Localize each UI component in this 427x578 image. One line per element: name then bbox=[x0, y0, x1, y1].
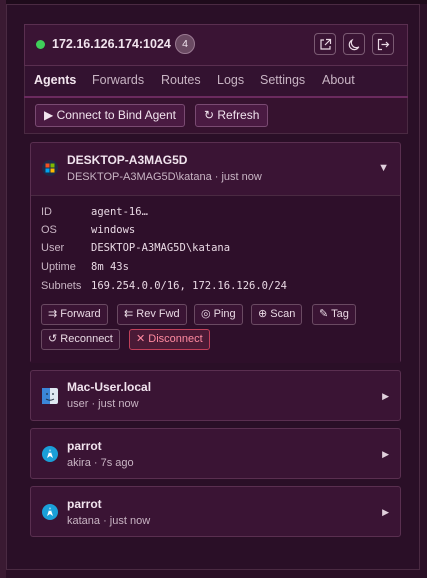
tag-button[interactable]: ✎ Tag bbox=[312, 304, 356, 325]
detail-value-id: agent-16… bbox=[91, 206, 148, 218]
agent-name: DESKTOP-A3MAG5D bbox=[67, 153, 188, 167]
detail-value-user: DESKTOP-A3MAG5D\katana bbox=[91, 242, 231, 254]
tab-logs[interactable]: Logs bbox=[217, 73, 244, 87]
detail-label-os: OS bbox=[41, 224, 57, 236]
nav-tabs: Agents Forwards Routes Logs Settings Abo… bbox=[24, 66, 408, 96]
detail-value-uptime: 8m 43s bbox=[91, 261, 129, 273]
connect-bind-agent-button[interactable]: ▶ Connect to Bind Agent bbox=[35, 104, 185, 127]
expand-caret-icon[interactable]: ▶ bbox=[382, 449, 389, 460]
tab-agents[interactable]: Agents bbox=[34, 73, 76, 87]
connection-status-icon bbox=[36, 40, 45, 49]
windows-icon bbox=[42, 160, 58, 176]
expand-caret-icon[interactable]: ▶ bbox=[382, 391, 389, 402]
agents-toolbar: ▶ Connect to Bind Agent ↻ Refresh bbox=[24, 98, 408, 134]
tab-about[interactable]: About bbox=[322, 73, 355, 87]
theme-toggle-button[interactable] bbox=[343, 33, 365, 55]
server-address: 172.16.126.174:1024 bbox=[52, 37, 171, 51]
ping-button[interactable]: ◎ Ping bbox=[194, 304, 243, 325]
agent-name: Mac-User.local bbox=[67, 380, 152, 394]
agent-subtitle: akira · 7s ago bbox=[67, 457, 134, 469]
moon-icon bbox=[348, 38, 360, 51]
agent-card[interactable]: parrot akira · 7s ago ▶ bbox=[30, 428, 401, 479]
collapse-caret-icon[interactable]: ▼ bbox=[378, 162, 389, 174]
disconnect-button[interactable]: ✕ Disconnect bbox=[129, 329, 210, 350]
agent-details: ID agent-16… OS windows User DESKTOP-A3M… bbox=[31, 195, 400, 363]
forward-button[interactable]: ⇉ Forward bbox=[41, 304, 108, 325]
tab-routes[interactable]: Routes bbox=[161, 73, 201, 87]
logout-button[interactable] bbox=[372, 33, 394, 55]
detail-label-id: ID bbox=[41, 206, 52, 218]
reconnect-button[interactable]: ↺ Reconnect bbox=[41, 329, 120, 350]
agent-name: parrot bbox=[67, 497, 102, 511]
scan-button[interactable]: ⊕ Scan bbox=[251, 304, 303, 325]
parrot-icon bbox=[42, 504, 58, 520]
parrot-icon bbox=[42, 446, 58, 462]
detail-label-uptime: Uptime bbox=[41, 261, 76, 273]
tab-settings[interactable]: Settings bbox=[260, 73, 305, 87]
rev-fwd-button[interactable]: ⇇ Rev Fwd bbox=[117, 304, 187, 325]
agent-subtitle: user · just now bbox=[67, 398, 139, 410]
detail-label-subnets: Subnets bbox=[41, 280, 82, 292]
agent-card[interactable]: DESKTOP-A3MAG5D DESKTOP-A3MAG5D\katana ·… bbox=[30, 142, 401, 363]
detail-label-user: User bbox=[41, 242, 65, 254]
open-external-button[interactable] bbox=[314, 33, 336, 55]
agent-subtitle: DESKTOP-A3MAG5D\katana · just now bbox=[67, 171, 262, 183]
agent-name: parrot bbox=[67, 439, 102, 453]
header-bar: 172.16.126.174:1024 4 bbox=[24, 24, 408, 66]
agent-card[interactable]: Mac-User.local user · just now ▶ bbox=[30, 370, 401, 421]
finder-icon bbox=[42, 388, 58, 404]
agent-card[interactable]: parrot katana · just now ▶ bbox=[30, 486, 401, 537]
tab-forwards[interactable]: Forwards bbox=[92, 73, 144, 87]
logout-icon bbox=[377, 38, 390, 51]
detail-value-os: windows bbox=[91, 224, 136, 236]
agent-subtitle: katana · just now bbox=[67, 515, 151, 527]
external-link-icon bbox=[320, 38, 332, 50]
expand-caret-icon[interactable]: ▶ bbox=[382, 507, 389, 518]
detail-value-subnets: 169.254.0.0/16, 172.16.126.0/24 bbox=[91, 280, 287, 292]
agent-count-badge: 4 bbox=[175, 34, 195, 54]
refresh-button[interactable]: ↻ Refresh bbox=[195, 104, 269, 127]
